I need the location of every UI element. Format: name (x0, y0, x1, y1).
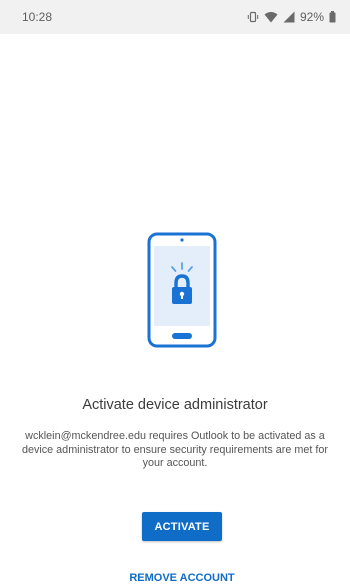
remove-account-button[interactable]: REMOVE ACCOUNT (100, 570, 264, 586)
vibrate-icon (247, 11, 259, 23)
battery-icon (329, 11, 336, 23)
page-title: Activate device administrator (82, 397, 268, 413)
status-time: 10:28 (22, 10, 53, 24)
device-admin-screen: 10:28 92% Activate device administrator … (0, 0, 350, 586)
wifi-icon (264, 11, 278, 23)
description-text: wcklein@mckendree.edu requires Outlook t… (21, 430, 329, 469)
battery-percent: 92% (299, 10, 324, 24)
signal-icon (283, 11, 295, 23)
activate-button[interactable]: ACTIVATE (142, 512, 222, 541)
status-bar: 10:28 92% (0, 0, 350, 34)
status-icons: 92% (247, 10, 336, 24)
phone-lock-icon (146, 232, 218, 348)
